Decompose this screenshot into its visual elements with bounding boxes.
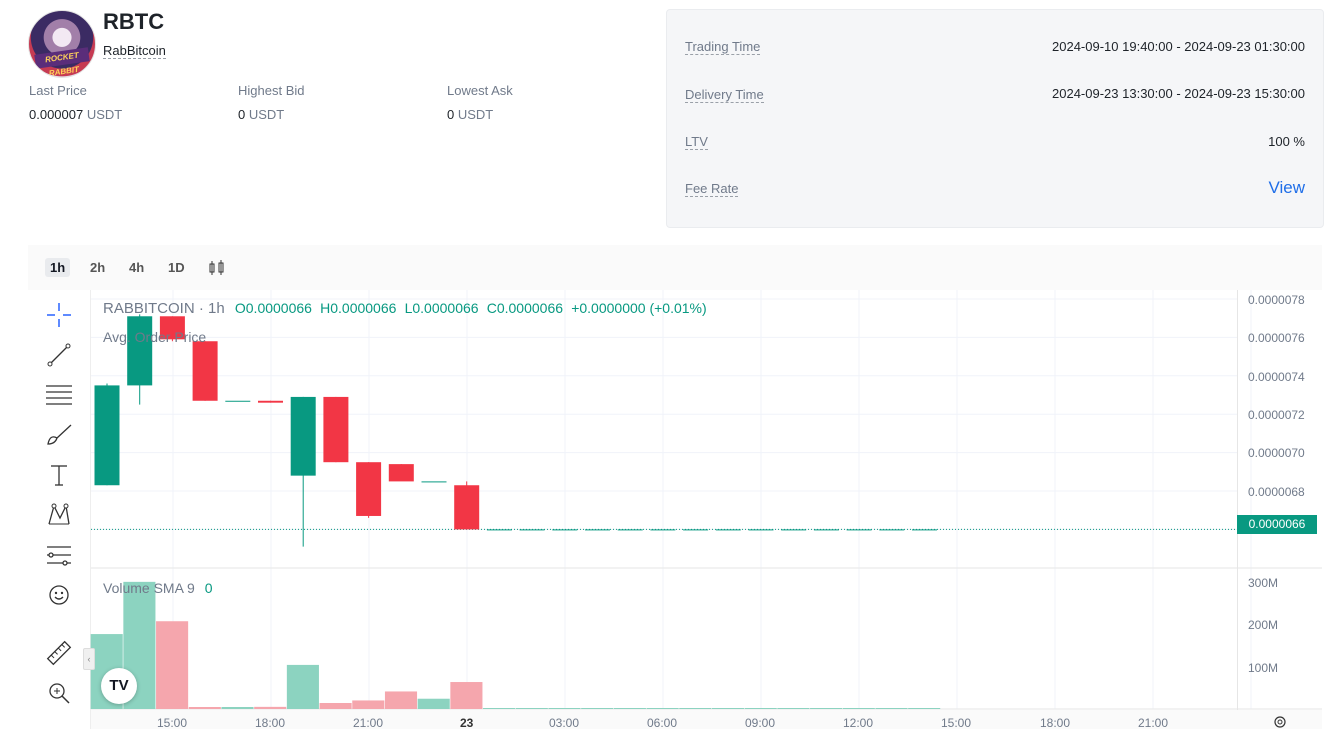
symbol-label[interactable]: RABBITCOIN · 1h [103, 300, 225, 317]
time-tick: 03:00 [549, 716, 580, 730]
ohlc-change: +0.0000000 (+0.01%) [571, 300, 707, 316]
price-tick: 0.0000070 [1248, 446, 1305, 460]
time-tick: 21:00 [1138, 716, 1169, 730]
time-tick: 09:00 [745, 716, 776, 730]
volume-bar [679, 708, 712, 709]
time-tick: 23 [460, 716, 474, 730]
candle-body [846, 529, 872, 531]
ohlc-close: C0.0000066 [486, 300, 564, 316]
ohlc-low: L0.0000066 [404, 300, 479, 316]
volume-bar [581, 708, 614, 709]
ohlc-open: O0.0000066 [234, 300, 312, 316]
candle-body [127, 316, 153, 386]
volume-bar [352, 700, 385, 709]
candle-body [421, 481, 447, 483]
candle-body [388, 464, 414, 482]
candle-body [258, 400, 283, 403]
candle-body [94, 385, 120, 486]
candle-body [356, 462, 382, 516]
collapse-toolbar-icon[interactable]: ‹ [83, 648, 95, 670]
volume-bar [483, 708, 516, 709]
volume-tick: 300M [1248, 576, 1279, 590]
last-price-tag: 0.0000066 [1237, 515, 1317, 534]
candle-body [879, 529, 905, 531]
volume-bar [777, 708, 810, 709]
volume-bar [646, 708, 679, 709]
volume-bar [711, 708, 745, 709]
volume-tick: 200M [1248, 618, 1279, 632]
candle-body [519, 529, 545, 531]
ohlc-high: H0.0000066 [320, 300, 397, 316]
candle-body [225, 400, 251, 402]
candle-body [552, 529, 578, 531]
time-tick: 12:00 [843, 716, 874, 730]
price-tick: 0.0000072 [1248, 408, 1305, 422]
volume-bar [286, 664, 319, 709]
volume-bar [417, 698, 450, 709]
candle-body [650, 529, 676, 531]
candle-body [813, 529, 839, 531]
volume-bar [384, 691, 418, 709]
chart-legend: RABBITCOIN · 1h O0.0000066 H0.0000066 L0… [103, 300, 707, 317]
candle-body [454, 485, 480, 530]
candle-body [781, 529, 807, 531]
time-tick: 15:00 [941, 716, 972, 730]
candle-body [715, 529, 741, 531]
volume-bar [842, 708, 875, 709]
candle-body [192, 341, 218, 401]
volume-bar [156, 621, 189, 709]
volume-bar [515, 708, 548, 709]
volume-bar [319, 703, 352, 709]
price-tick: 0.0000078 [1248, 293, 1305, 307]
settings-gear-icon[interactable] [1272, 714, 1288, 730]
time-tick: 18:00 [255, 716, 286, 730]
price-tick: 0.0000068 [1248, 485, 1305, 499]
candle-body [683, 529, 709, 531]
volume-bar [908, 708, 941, 709]
time-tick: 15:00 [157, 716, 188, 730]
candlestick-chart [90, 290, 1322, 710]
candle-body [585, 529, 610, 531]
candle-body [912, 529, 937, 531]
candle-body [617, 529, 643, 531]
tradingview-logo-icon[interactable]: TV [101, 668, 137, 704]
volume-bar [810, 708, 843, 709]
volume-bar [548, 708, 581, 709]
volume-bar [254, 706, 287, 709]
candle-body [323, 396, 349, 463]
volume-bar [450, 682, 483, 709]
price-tick: 0.0000076 [1248, 331, 1305, 345]
volume-bar [188, 707, 221, 709]
volume-legend[interactable]: Volume SMA 9 0 [103, 580, 213, 596]
indicator-legend[interactable]: Avg. Order Price [103, 329, 206, 345]
time-tick: 18:00 [1040, 716, 1071, 730]
time-tick: 06:00 [647, 716, 678, 730]
price-tick: 0.0000074 [1248, 370, 1305, 384]
volume-bar [744, 708, 777, 709]
time-tick: 21:00 [353, 716, 384, 730]
volume-bar [221, 707, 254, 709]
volume-value: 0 [204, 580, 213, 596]
candle-body [290, 396, 316, 476]
volume-tick: 100M [1248, 661, 1279, 675]
volume-bar [613, 708, 646, 709]
candle-body [486, 529, 512, 531]
candle-body [748, 529, 774, 531]
volume-bar [875, 708, 908, 709]
